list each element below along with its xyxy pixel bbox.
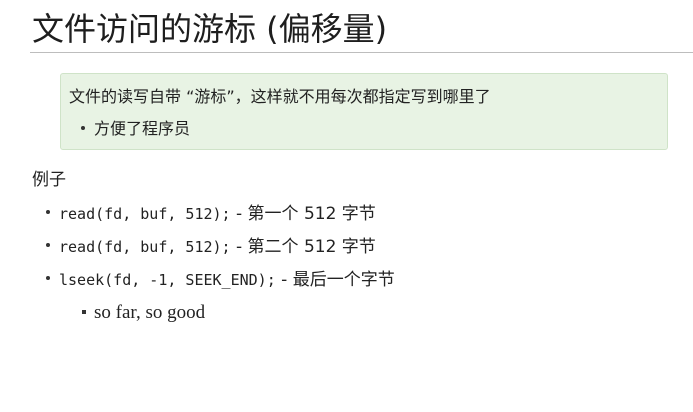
example-list-item: read(fd, buf, 512); - 第一个 512 字节	[46, 202, 376, 226]
example-list-item: read(fd, buf, 512); - 第二个 512 字节	[46, 235, 376, 259]
code-snippet: read(fd, buf, 512);	[59, 205, 231, 223]
callout-bullet-item: 方便了程序员	[81, 118, 190, 140]
example-heading: 例子	[32, 170, 66, 190]
nested-item-text: so far, so good	[94, 302, 206, 323]
bullet-icon	[46, 210, 50, 214]
nested-list-item: so far, so good	[82, 300, 205, 326]
note-callout: 文件的读写自带 “游标”，这样就不用每次都指定写到哪里了 方便了程序员	[60, 73, 668, 150]
callout-bullet-text: 方便了程序员	[94, 119, 191, 138]
item-description: - 第一个 512 字节	[230, 204, 376, 224]
title-divider	[30, 52, 693, 53]
item-description: - 最后一个字节	[275, 270, 395, 290]
bullet-icon	[46, 276, 50, 280]
bullet-icon	[46, 243, 50, 247]
callout-text: 文件的读写自带 “游标”，这样就不用每次都指定写到哪里了	[69, 87, 491, 106]
slide-title: 文件访问的游标 (偏移量)	[32, 10, 388, 48]
square-bullet-icon	[82, 309, 86, 314]
bullet-icon	[81, 125, 85, 130]
code-snippet: lseek(fd, -1, SEEK_END);	[59, 271, 276, 289]
code-snippet: read(fd, buf, 512);	[59, 238, 231, 256]
example-list-item: lseek(fd, -1, SEEK_END); - 最后一个字节	[46, 268, 395, 292]
item-description: - 第二个 512 字节	[230, 237, 376, 257]
